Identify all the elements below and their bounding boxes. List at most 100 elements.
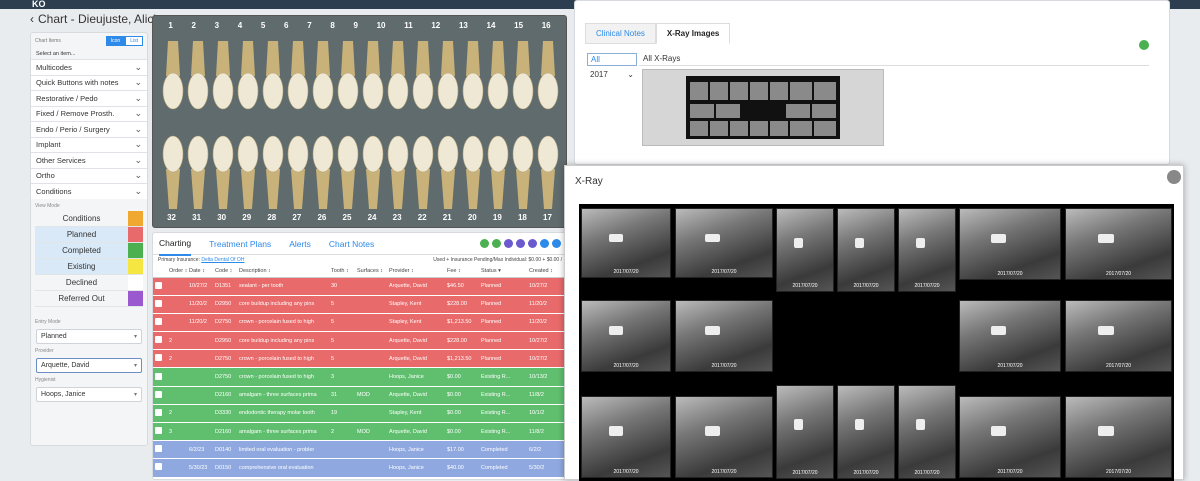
tooth-number[interactable]: 30: [217, 213, 226, 222]
tab-treatment-plans[interactable]: Treatment Plans: [209, 233, 271, 255]
column-header[interactable]: Tooth ↕: [329, 265, 355, 278]
tooth[interactable]: [337, 135, 359, 209]
column-header[interactable]: Code ↕: [213, 265, 237, 278]
tooth[interactable]: [287, 135, 309, 209]
row-checkbox[interactable]: [155, 427, 162, 435]
tooth[interactable]: [412, 135, 434, 209]
xray-image[interactable]: 2017/07/20: [1065, 300, 1172, 372]
filter-all[interactable]: All: [587, 53, 637, 66]
tooth-number[interactable]: 27: [292, 213, 301, 222]
chart-item-8[interactable]: Conditions ⌄: [31, 183, 147, 199]
hygienist-select[interactable]: Hoops, Janice ▾: [36, 386, 142, 402]
tooth-number[interactable]: 31: [192, 213, 201, 222]
tooth[interactable]: [462, 135, 484, 209]
tooth[interactable]: [412, 41, 434, 110]
tooth[interactable]: [337, 41, 359, 110]
copy-icon[interactable]: [516, 239, 525, 248]
filter-icon[interactable]: [504, 239, 513, 248]
tooth[interactable]: [162, 41, 184, 110]
settings-icon[interactable]: [552, 239, 561, 248]
row-checkbox[interactable]: [155, 317, 162, 325]
table-row[interactable]: 11/20/2 D2950 core buildup including any p…: [153, 295, 567, 314]
column-header[interactable]: Created ↕: [527, 265, 567, 278]
xray-image[interactable]: 2017/07/20: [1065, 208, 1172, 280]
column-header[interactable]: Fee ↕: [445, 265, 479, 278]
table-row[interactable]: D2160 amalgam - three surfaces prima 31 MOD…: [153, 386, 567, 405]
tab-clinical-notes[interactable]: Clinical Notes: [585, 23, 656, 44]
view-mode-item[interactable]: Planned: [35, 226, 143, 243]
close-icon[interactable]: [1167, 170, 1181, 184]
table-row[interactable]: 10/27/2 D1351 sealant - per tooth 30 Arquett…: [153, 277, 567, 296]
column-header[interactable]: [153, 265, 167, 278]
tooth[interactable]: [237, 135, 259, 209]
xray-image[interactable]: 2017/07/20: [959, 300, 1061, 372]
tooth[interactable]: [437, 41, 459, 110]
tooth-number[interactable]: 32: [167, 213, 176, 222]
tooth-number[interactable]: 8: [330, 21, 334, 30]
column-header[interactable]: Date ↕: [187, 265, 213, 278]
app-logo[interactable]: KO: [32, 0, 46, 9]
tooth-number[interactable]: 16: [542, 21, 551, 30]
history-icon[interactable]: [540, 239, 549, 248]
insurance-link[interactable]: Delta Dental Of OH: [201, 257, 244, 263]
tooth-number[interactable]: 23: [393, 213, 402, 222]
tooth[interactable]: [512, 135, 534, 209]
table-row[interactable]: 3 D2160 amalgam - three surfaces prima 2 MOD…: [153, 422, 567, 442]
view-mode-item[interactable]: Declined: [35, 274, 143, 291]
tooth-number[interactable]: 11: [404, 21, 412, 30]
tooth-number[interactable]: 29: [242, 213, 251, 222]
entry-mode-select[interactable]: Planned ▾: [36, 328, 142, 344]
row-checkbox[interactable]: [155, 463, 162, 471]
tooth[interactable]: [187, 41, 209, 110]
chart-item-6[interactable]: Other Services ⌄: [31, 152, 147, 168]
view-mode-item[interactable]: Existing: [35, 258, 143, 275]
tooth[interactable]: [537, 135, 559, 209]
tooth-number[interactable]: 24: [368, 213, 377, 222]
row-checkbox[interactable]: [155, 354, 162, 362]
tooth[interactable]: [487, 41, 509, 110]
tooth[interactable]: [287, 41, 309, 110]
back-chevron-icon[interactable]: ‹: [30, 12, 34, 26]
chart-item-4[interactable]: Endo / Perio / Surgery ⌄: [31, 121, 147, 137]
table-row[interactable]: D2750 crown - porcelain fused to high 3 Hoo…: [153, 367, 567, 387]
table-row[interactable]: 5/30/23 D0150 comprehensive oral evaluatio…: [153, 458, 567, 478]
tooth-number[interactable]: 5: [261, 21, 265, 30]
tooth-number[interactable]: 13: [459, 21, 468, 30]
xray-image[interactable]: 2017/07/20: [898, 208, 956, 292]
edit-icon[interactable]: [528, 239, 537, 248]
column-header[interactable]: Provider ↕: [387, 265, 445, 278]
provider-select[interactable]: Arquette, David ▾: [36, 357, 142, 373]
row-checkbox[interactable]: [155, 445, 162, 453]
tooth-number[interactable]: 17: [543, 213, 552, 222]
xray-thumbnail[interactable]: [642, 69, 884, 146]
row-checkbox[interactable]: [155, 336, 162, 344]
tooth[interactable]: [212, 41, 234, 110]
tooth[interactable]: [512, 41, 534, 110]
tooth-number[interactable]: 6: [284, 21, 288, 30]
xray-image[interactable]: 2017/07/20: [776, 385, 834, 479]
xray-image[interactable]: 2017/07/20: [959, 396, 1061, 478]
xray-image[interactable]: 2017/07/20: [675, 208, 773, 278]
column-header[interactable]: Order ↕: [167, 265, 187, 278]
tooth[interactable]: [262, 135, 284, 209]
tooth[interactable]: [437, 135, 459, 209]
chart-item-2[interactable]: Restorative / Pedo ⌄: [31, 90, 147, 106]
chart-item-0[interactable]: Multicodes ⌄: [31, 59, 147, 75]
tooth-number[interactable]: 9: [353, 21, 357, 30]
tooth-number[interactable]: 4: [238, 21, 242, 30]
xray-image[interactable]: 2017/07/20: [675, 300, 773, 372]
tooth[interactable]: [362, 135, 384, 209]
row-checkbox[interactable]: [155, 299, 162, 307]
add-image-icon[interactable]: [1139, 40, 1149, 50]
row-checkbox[interactable]: [155, 390, 162, 398]
table-row[interactable]: 2 D3330 endodontic therapy molar tooth 19 St…: [153, 404, 567, 424]
row-checkbox[interactable]: [155, 281, 162, 289]
tooth[interactable]: [362, 41, 384, 110]
tab-charting[interactable]: Charting: [159, 233, 192, 256]
table-row[interactable]: 2 D2750 crown - porcelain fused to high 5 Ar…: [153, 349, 567, 369]
xray-image[interactable]: 2017/07/20: [776, 208, 834, 292]
xray-image[interactable]: 2017/07/20: [581, 208, 671, 278]
view-mode-item[interactable]: Referred Out: [35, 290, 143, 307]
tooth-number[interactable]: 7: [307, 21, 311, 30]
tooth[interactable]: [212, 135, 234, 209]
